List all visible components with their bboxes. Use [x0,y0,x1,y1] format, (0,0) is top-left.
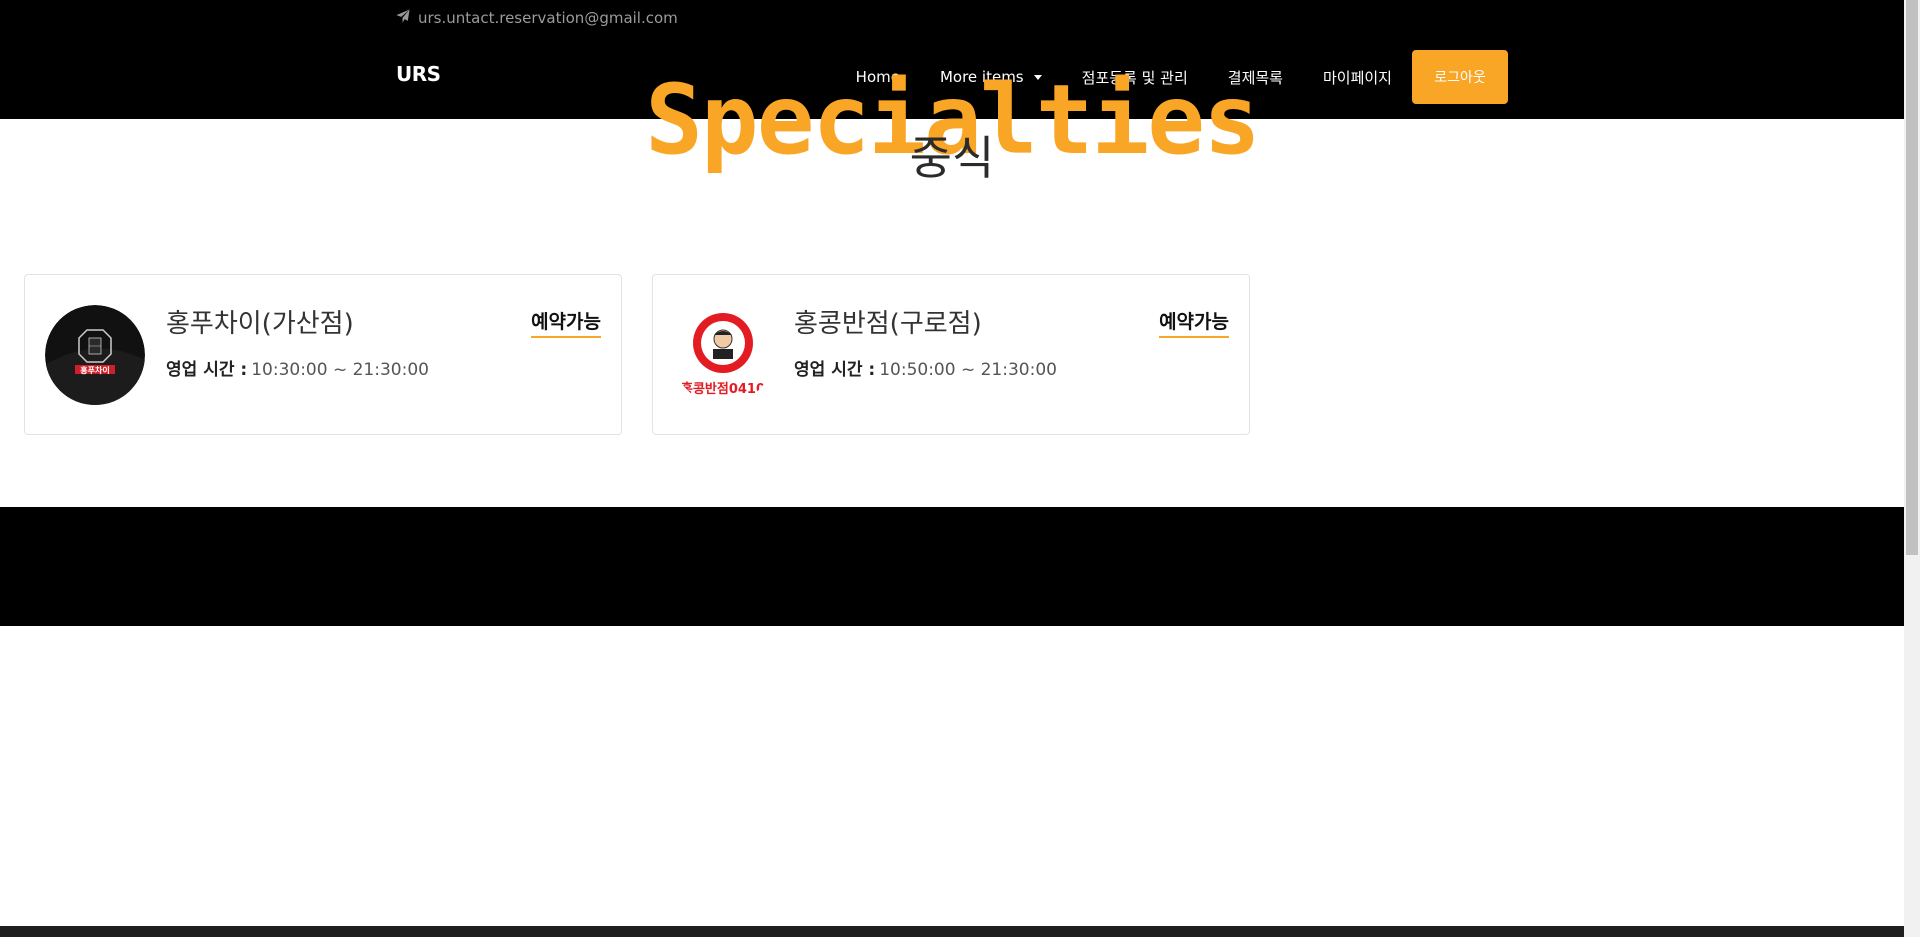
section-title: 중식 [909,131,995,185]
nav-home[interactable]: Home [836,68,920,86]
store-hours-value: 10:30:00 ~ 21:30:00 [251,360,429,380]
brand-logo[interactable]: URS [396,62,441,86]
store-hours-value: 10:50:00 ~ 21:30:00 [879,360,1057,380]
site-header: urs.untact.reservation@gmail.com URS Hom… [0,0,1904,119]
reservation-available-link[interactable]: 예약가능 [531,307,601,338]
nav-more-items-dropdown[interactable]: More items [920,68,1062,86]
bottom-strip [0,926,1904,937]
vertical-scrollbar[interactable] [1904,0,1920,937]
nav-store-manage[interactable]: 점포등록 및 관리 [1062,67,1208,88]
main-nav: Home More items 점포등록 및 관리 결제목록 마이페이지 로그아… [836,50,1508,104]
nav-store-manage-label: 점포등록 및 관리 [1081,68,1188,87]
store-logo-text: 홍푸차이 [80,365,109,375]
logout-button-label: 로그아웃 [1434,70,1486,86]
caret-down-icon [1033,74,1042,80]
logout-button[interactable]: 로그아웃 [1412,50,1508,104]
store-logo: 홍푸차이 [45,305,145,405]
store-logo: 홍콩반점0410 [673,305,773,405]
store-hours-label: 영업 시간 : [166,360,248,380]
nav-payments-label: 결제목록 [1227,68,1283,87]
store-name[interactable]: 홍푸차이(가산점) [166,303,354,340]
nav-mypage-label: 마이페이지 [1322,68,1392,87]
nav-payments[interactable]: 결제목록 [1208,67,1303,88]
footer-band [0,507,1904,626]
reservation-available-link[interactable]: 예약가능 [1159,307,1229,338]
page: urs.untact.reservation@gmail.com URS Hom… [0,0,1920,937]
store-card[interactable]: 홍푸차이 홍푸차이(가산점) 영업 시간 :10:30:00 ~ 21:30:0… [24,274,622,435]
contact-bar: urs.untact.reservation@gmail.com [396,8,678,28]
store-hours-label: 영업 시간 : [794,360,876,380]
scrollbar-thumb[interactable] [1906,0,1918,555]
store-card[interactable]: 홍콩반점0410 홍콩반점(구로점) 영업 시간 :10:50:00 ~ 21:… [652,274,1250,435]
contact-email[interactable]: urs.untact.reservation@gmail.com [418,9,678,27]
store-hours: 영업 시간 :10:50:00 ~ 21:30:00 [794,355,1057,380]
store-name[interactable]: 홍콩반점(구로점) [794,303,982,340]
nav-mypage[interactable]: 마이페이지 [1303,67,1412,88]
nav-more-items-label: More items [939,68,1024,86]
nav-home-label: Home [855,68,900,86]
paper-plane-icon [396,9,410,27]
store-logo-text: 홍콩반점0410 [681,381,765,397]
store-hours: 영업 시간 :10:30:00 ~ 21:30:00 [166,355,429,380]
